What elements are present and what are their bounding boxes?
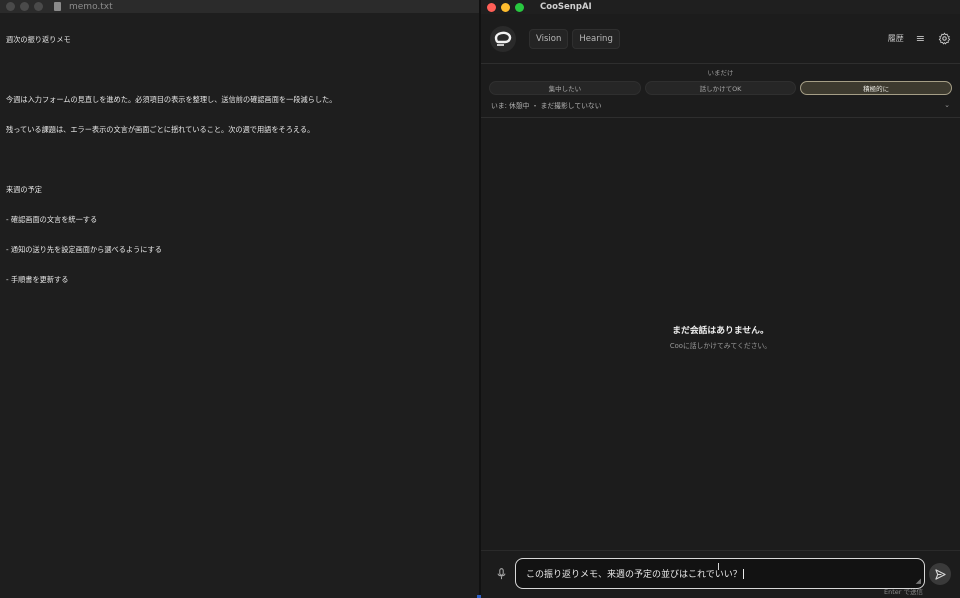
close-button[interactable]: [487, 2, 496, 12]
message-input-value: この振り返りメモ、来週の予定の並びはこれでいい？: [526, 570, 742, 580]
memo-titlebar: memo.txt: [0, 0, 479, 13]
coosenpai-window: CooSenpAI Vision Hearing 履歴 ≡ いまだけ 集中したい…: [481, 0, 960, 598]
header-actions: 履歴 ≡: [888, 32, 951, 46]
memo-line: 週次の振り返りメモ: [6, 35, 71, 44]
memo-window: memo.txt 週次の振り返りメモ 今週は入力フォームの見直しを進めた。必須項…: [0, 0, 479, 598]
i-beam-cursor-icon: I: [717, 562, 720, 573]
app-title: CooSenpAI: [540, 2, 592, 12]
mic-icon[interactable]: [494, 566, 508, 582]
mode-nav: Vision Hearing: [529, 28, 620, 49]
send-hint: Enter で送信: [883, 588, 923, 596]
document-icon: [54, 2, 61, 11]
text-caret: [742, 568, 744, 579]
memo-line: 来週の予定: [6, 185, 42, 194]
memo-title: memo.txt: [69, 1, 113, 12]
zoom-button[interactable]: [515, 2, 524, 12]
minimize-button[interactable]: [501, 2, 510, 12]
mode-section: いまだけ 集中したい 話しかけてOK 積極的に いま: 休憩中 ・ まだ撮影して…: [481, 64, 960, 118]
hearing-tab[interactable]: Hearing: [572, 28, 620, 49]
minimize-button[interactable]: [20, 2, 29, 11]
memo-line: 今週は入力フォームの見直しを進めた。必須項目の表示を整理し、送信前の確認画面を一…: [6, 95, 337, 104]
mode-talk-ok-button[interactable]: 話しかけてOK: [644, 81, 797, 95]
history-button[interactable]: 履歴: [888, 33, 904, 44]
app-titlebar: CooSenpAI: [481, 0, 960, 14]
zoom-button[interactable]: [34, 2, 43, 11]
empty-state-title: まだ会話はありません。: [672, 326, 769, 336]
vision-tab[interactable]: Vision: [529, 28, 569, 49]
chevron-down-icon[interactable]: ⌄: [944, 101, 952, 109]
status-text: いま: 休憩中 ・ まだ撮影していない: [491, 101, 602, 110]
mode-active-button[interactable]: 積極的に: [800, 81, 953, 95]
gear-icon[interactable]: [937, 32, 951, 46]
close-button[interactable]: [6, 2, 15, 11]
mode-selector: 集中したい 話しかけてOK 積極的に: [489, 81, 953, 95]
status-row[interactable]: いま: 休憩中 ・ まだ撮影していない ⌄: [489, 99, 952, 110]
mode-label: いまだけ: [707, 69, 734, 77]
mode-focus-button[interactable]: 集中したい: [489, 81, 641, 95]
resize-grip-icon[interactable]: ◢: [916, 577, 921, 585]
send-icon: [934, 568, 946, 580]
memo-line: [6, 155, 473, 165]
app-header: Vision Hearing 履歴 ≡: [481, 14, 960, 64]
message-input[interactable]: この振り返りメモ、来週の予定の並びはこれでいい？ ◢: [515, 558, 925, 589]
memo-line: - 確認画面の文言を統一する: [6, 215, 98, 224]
menu-icon[interactable]: ≡: [916, 32, 925, 45]
memo-line: [6, 65, 473, 75]
empty-state-subtitle: Cooに話しかけてみてください。: [669, 342, 772, 350]
logo-icon: [490, 25, 516, 52]
memo-text-area[interactable]: 週次の振り返りメモ 今週は入力フォームの見直しを進めた。必須項目の表示を整理し、…: [0, 13, 479, 307]
memo-line: - 通知の送り先を設定画面から選べるようにする: [6, 245, 162, 254]
memo-line: 残っている課題は、エラー表示の文言が画面ごとに揺れていること。次の週で用語をそろ…: [6, 125, 315, 134]
empty-state: まだ会話はありません。 Cooに話しかけてみてください。: [481, 323, 960, 350]
memo-line: - 手順書を更新する: [6, 275, 69, 284]
composer: この振り返りメモ、来週の予定の並びはこれでいい？ ◢ I Enter で送信: [481, 550, 960, 598]
send-button[interactable]: [929, 563, 951, 585]
